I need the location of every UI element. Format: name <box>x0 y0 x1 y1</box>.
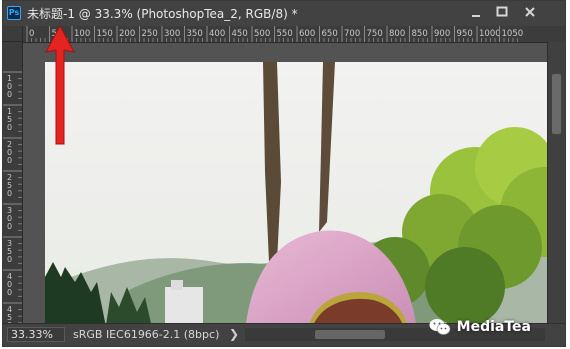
maximize-button[interactable] <box>491 4 513 20</box>
title-bar[interactable]: Ps 未标题-1 @ 33.3% (PhotoshopTea_2, RGB/8)… <box>3 1 565 27</box>
minimize-button[interactable] <box>465 4 487 20</box>
document-window: Ps 未标题-1 @ 33.3% (PhotoshopTea_2, RGB/8)… <box>2 0 566 347</box>
close-icon <box>525 7 535 17</box>
ruler-tick-label: 1050 <box>502 29 524 39</box>
ruler-tick-label: 450 <box>232 29 248 39</box>
minimize-icon <box>472 15 480 17</box>
close-button[interactable] <box>519 4 541 20</box>
maximize-icon <box>496 6 508 17</box>
ruler-tick-label: 750 <box>367 29 383 39</box>
vertical-scroll-thumb[interactable] <box>552 74 561 134</box>
photoshop-icon: Ps <box>7 6 21 20</box>
ruler-origin[interactable] <box>3 26 23 42</box>
wechat-icon <box>429 319 450 335</box>
ruler-tick-label: 250 <box>142 29 158 39</box>
watermark: MediaTea <box>429 318 531 336</box>
horizontal-ruler[interactable]: 0501001502002503003504004505005506006507… <box>23 26 565 43</box>
ruler-tick-label: 0 <box>7 222 12 231</box>
photo-image <box>45 62 549 326</box>
ruler-tick-label: 850 <box>412 29 428 39</box>
ruler-tick-label: 400 <box>209 29 225 39</box>
ruler-tick-label: 0 <box>7 156 12 165</box>
ruler-tick-label: 800 <box>389 29 405 39</box>
ruler-tick-label: 550 <box>277 29 293 39</box>
canvas-area[interactable] <box>23 43 549 326</box>
vertical-scrollbar[interactable] <box>547 42 565 324</box>
document-profile-info: sRGB IEC61966-2.1 (8bpc) <box>73 328 220 341</box>
watermark-text: MediaTea <box>456 319 531 335</box>
ruler-tick-label: 300 <box>164 29 180 39</box>
ruler-tick-label: 150 <box>97 29 113 39</box>
vertical-ruler-ticks: 100150200250300350400450 <box>3 71 22 324</box>
ruler-tick-label: 0 <box>7 288 12 297</box>
zoom-level-field[interactable]: 33.33% <box>7 327 65 342</box>
ruler-tick-label: 1000 <box>479 29 501 39</box>
ruler-tick-label: 0 <box>29 29 34 39</box>
ruler-tick-label: 950 <box>457 29 473 39</box>
ruler-tick-label: 0 <box>7 123 12 132</box>
ruler-tick-label: 0 <box>7 189 12 198</box>
horizontal-ruler-ticks: 0501001502002503003504004505005506006507… <box>26 26 524 42</box>
status-menu-arrow-icon[interactable]: ❯ <box>229 327 239 341</box>
ruler-tick-label: 900 <box>434 29 450 39</box>
horizontal-scroll-thumb[interactable] <box>315 330 385 339</box>
document-title: 未标题-1 @ 33.3% (PhotoshopTea_2, RGB/8) * <box>27 7 298 21</box>
document-canvas[interactable] <box>45 62 549 326</box>
ruler-tick-label: 350 <box>187 29 203 39</box>
ruler-tick-label: 0 <box>7 90 12 99</box>
ruler-tick-label: 650 <box>322 29 338 39</box>
ruler-tick-label: 600 <box>299 29 315 39</box>
ruler-tick-label: 200 <box>119 29 135 39</box>
annotation-arrow-icon <box>45 24 75 145</box>
ruler-tick-label: 0 <box>7 255 12 264</box>
ruler-tick-label: 700 <box>344 29 360 39</box>
ruler-tick-label: 500 <box>254 29 270 39</box>
vertical-ruler[interactable]: 100150200250300350400450 <box>3 42 23 324</box>
